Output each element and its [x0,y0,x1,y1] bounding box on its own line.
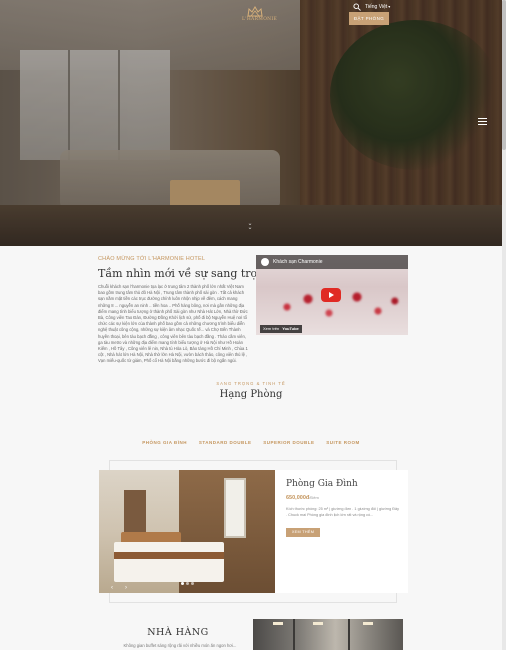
hotel-logo[interactable]: L'HARMONIE [242,6,278,22]
intro-title: Tầm nhìn mới về sự sang trọng [98,267,272,280]
youtube-logo: YouTube [282,326,299,331]
room-name: Phòng Gia Đình [286,479,358,489]
watch-on-label: Xem trên [263,326,280,331]
room-price-value: 650,000đ [286,495,310,501]
language-selector[interactable]: Tiếng Việt▾ [365,4,390,10]
crown-logo-icon [247,6,263,17]
watch-on-youtube-button[interactable]: Xem trên YouTube [260,325,302,333]
restaurant-text: Không gian buffet sáng rộng rãi với nhiề… [123,643,237,648]
room-tabs: PHÒNG GIA ĐÌNH STANDARD DOUBLE SUPERIOR … [0,440,502,445]
book-room-button[interactable]: ĐẶT PHÒNG [349,12,389,25]
rooms-subtitle: SANG TRỌNG & TINH TẾ [216,381,286,386]
view-more-button[interactable]: XEM THÊM [286,528,320,537]
room-price-unit: /Đêm [309,495,319,500]
chevron-down-icon: ▾ [388,4,391,9]
restaurant-photo [253,619,403,650]
restaurant-title: NHÀ HÀNG [147,627,209,638]
rooms-title: Hạng Phòng [219,389,283,400]
room-description: Kích thước phòng: 25 m² | giường đơn . 1… [286,507,400,517]
intro-text: Chuỗi khách sạn l'harmonie tọa lạc ở tru… [98,284,248,364]
menu-icon[interactable] [478,118,487,125]
scroll-down-icon[interactable]: ⌄ ⌄ [246,221,254,231]
search-icon[interactable] [353,3,361,11]
youtube-video[interactable]: Khách sạn Charmonie Xem trên YouTube [256,255,408,335]
hero-banner: L'HARMONIE Tiếng Việt▾ ĐẶT PHÒNG ⌄ ⌄ [0,0,502,246]
slider-dot[interactable] [190,582,194,585]
tab-standard-double[interactable]: STANDARD DOUBLE [199,440,252,445]
tab-suite-room[interactable]: SUITE ROOM [326,440,360,445]
logo-text: L'HARMONIE [242,17,278,22]
welcome-label: CHÀO MỪNG TỚI L'HARMONIE HOTEL [98,256,206,262]
room-price: 650,000đ/Đêm [286,495,319,501]
slider-dot[interactable] [180,582,184,585]
room-photo-slider[interactable]: ‹ › [99,470,275,593]
video-title[interactable]: Khách sạn Charmonie [273,259,322,265]
page-scrollbar[interactable] [502,0,506,650]
language-label: Tiếng Việt [365,4,388,10]
tab-family-room[interactable]: PHÒNG GIA ĐÌNH [142,440,187,445]
channel-avatar[interactable] [261,258,269,266]
play-icon[interactable] [321,288,341,302]
scrollbar-thumb[interactable] [502,0,506,150]
slider-dot[interactable] [185,582,189,585]
tab-superior-double[interactable]: SUPERIOR DOUBLE [263,440,314,445]
slider-dots [99,572,275,590]
room-info-card: Phòng Gia Đình 650,000đ/Đêm Kích thước p… [275,470,408,593]
